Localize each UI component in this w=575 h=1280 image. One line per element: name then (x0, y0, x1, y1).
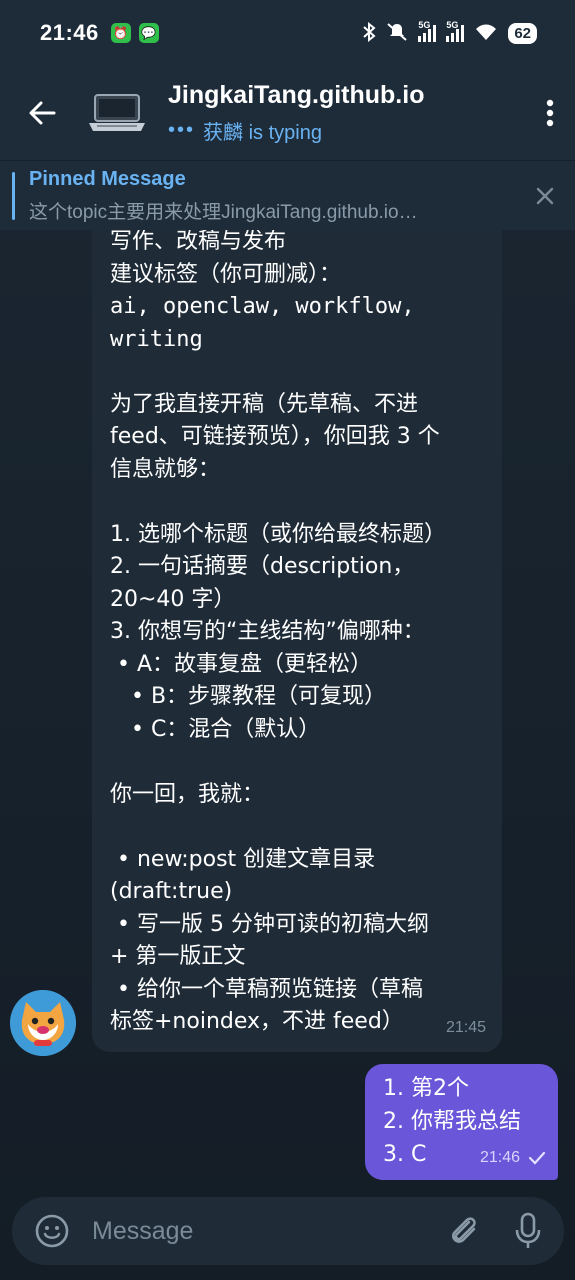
battery-indicator: 62 (508, 22, 537, 44)
message-line (110, 811, 484, 844)
emoji-icon (35, 1214, 69, 1248)
pinned-body: 这个topic主要用来处理JingkaiTang.github.io… (29, 201, 418, 223)
message-line (110, 356, 484, 389)
status-bar: 21:46 ⏰ 💬 5G 5G 62 (0, 0, 575, 66)
notification-icons: ⏰ 💬 (110, 23, 159, 43)
message-line: 写作、改稿与发布 (110, 230, 287, 254)
chat-title-block[interactable]: JingkaiTang.github.io ••• 获麟 is typing (168, 81, 525, 145)
signal-icon-2: 5G (446, 20, 465, 42)
incoming-message-bubble[interactable]: 写作、改稿与发布建议标签（你可删减）： ai, openclaw, workflo… (92, 230, 502, 1052)
check-icon (528, 1151, 546, 1165)
typing-status: ••• 获麟 is typing (168, 116, 525, 145)
message-line: • new:post 创建文章目录 (110, 846, 376, 872)
network-label-2: 5G (446, 20, 459, 30)
bluetooth-icon (362, 21, 376, 45)
voice-record-button[interactable] (506, 1209, 550, 1253)
chat-title: JingkaiTang.github.io (168, 81, 425, 109)
signal-icon-1: 5G (418, 20, 437, 42)
attach-button[interactable] (442, 1209, 486, 1253)
mute-icon (386, 22, 408, 45)
message-line: 2. 一句话摘要（description， (110, 554, 415, 579)
close-icon (536, 187, 554, 204)
more-menu-button[interactable] (525, 66, 575, 160)
laptop-icon (89, 94, 145, 131)
outgoing-message-bubble[interactable]: 1. 第2个 2. 你帮我总结 3. C 21:46 (365, 1064, 558, 1180)
chat-avatar[interactable] (84, 80, 150, 146)
message-line: • C：混合（默认） (110, 716, 321, 742)
message-line: 2. 你帮我总结 (383, 1109, 521, 1134)
status-time: 21:46 (40, 20, 99, 45)
outgoing-message-meta: 21:46 (480, 1141, 546, 1174)
message-line: 信息就够： (110, 456, 221, 482)
alarm-icon: ⏰ (110, 23, 131, 43)
pinned-indicator (12, 171, 15, 220)
typing-text: 获麟 is typing (203, 122, 322, 144)
message-line (110, 486, 484, 519)
message-line: feed、可链接预览），你回我 3 个 (110, 424, 440, 449)
pinned-close-button[interactable] (515, 161, 575, 231)
sender-avatar[interactable] (10, 990, 76, 1056)
message-line: + 第一版正文 (110, 944, 246, 969)
message-line: • 给你一个草稿预览链接（草稿 (110, 976, 423, 1002)
chat-header: JingkaiTang.github.io ••• 获麟 is typing (0, 66, 575, 160)
message-line: • A：故事复盘（更轻松） (110, 651, 373, 677)
back-arrow-icon (29, 101, 56, 125)
system-icons: 5G 5G 62 (362, 20, 537, 45)
message-line: 20~40 字） (110, 586, 236, 612)
message-line: 1. 第2个 (383, 1076, 469, 1101)
message-line: 你一回，我就： (110, 781, 265, 807)
pinned-content[interactable]: Pinned Message 这个topic主要用来处理JingkaiTang.… (29, 168, 515, 224)
message-line: • 写一版 5 分钟可读的初稿大纲 (110, 911, 429, 937)
pinned-message-bar[interactable]: Pinned Message 这个topic主要用来处理JingkaiTang.… (0, 160, 575, 230)
message-line: 3. 你想写的“主线结构”偏哪种： (110, 619, 425, 644)
incoming-message-time: 21:45 (445, 1018, 486, 1036)
message-line (110, 746, 484, 779)
message-line: 建议标签（你可删减）： (110, 261, 342, 287)
outgoing-message-time: 21:46 (479, 1149, 520, 1166)
message-line: 1. 选哪个标题（或你给最终标题） (110, 521, 446, 547)
message-line: writing (110, 326, 203, 352)
incoming-message-text: 写作、改稿与发布建议标签（你可删减）： ai, openclaw, workflo… (110, 230, 484, 1039)
mic-icon (515, 1212, 541, 1248)
message-line: 为了我直接开稿（先草稿、不进 (110, 391, 419, 417)
message-line: 标签+noindex，不进 feed） (110, 1009, 404, 1034)
wifi-icon (474, 23, 498, 44)
message-line: • B：步骤教程（可复现） (110, 684, 387, 709)
pinned-title: Pinned Message (29, 167, 186, 190)
message-line: ai, openclaw, workflow, (110, 294, 415, 319)
message-composer (12, 1197, 564, 1265)
back-button[interactable] (0, 66, 84, 160)
emoji-button[interactable] (30, 1209, 74, 1253)
network-label-1: 5G (418, 20, 431, 30)
message-line: (draft:true) (110, 879, 233, 904)
message-input[interactable] (92, 1216, 442, 1246)
more-vert-icon (546, 99, 554, 127)
cat-avatar-icon (10, 990, 76, 1056)
typing-dots-icon: ••• (168, 119, 196, 141)
wechat-icon: 💬 (138, 23, 159, 43)
attach-icon (452, 1217, 476, 1243)
